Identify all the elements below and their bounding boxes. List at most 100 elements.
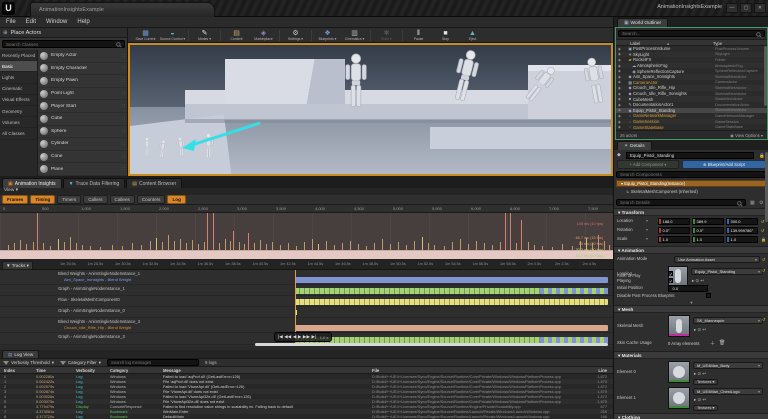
log-column-time[interactable]: Time <box>36 368 46 373</box>
visibility-eye-icon[interactable]: ◉ <box>616 120 623 124</box>
components-search-input[interactable] <box>617 172 766 177</box>
log-search[interactable] <box>107 359 199 366</box>
disable-post-process-checkbox[interactable] <box>706 293 711 298</box>
menu-item-window[interactable]: Window <box>46 19 67 25</box>
material-thumbnail[interactable] <box>668 361 690 383</box>
insights-menu-bar[interactable]: View ▾ <box>0 188 613 195</box>
place-actor-item[interactable]: Cylinder∷ <box>38 138 127 151</box>
viewport[interactable] <box>128 43 613 176</box>
sidebar-item-cinematic[interactable]: Cinematic <box>0 84 37 95</box>
place-actor-item[interactable]: Empty Character∷ <box>38 63 127 76</box>
add-element-icon[interactable]: ＋ <box>710 340 715 347</box>
insights-timing-toggle[interactable]: Timing <box>30 195 55 204</box>
playback-button[interactable]: ▶ <box>298 334 302 340</box>
blueprint-add-script-button[interactable]: ⊕ Blueprint/Add Script <box>682 160 766 169</box>
animation-mode-dropdown[interactable]: Use Animation Asset <box>674 256 760 263</box>
outliner-header[interactable]: Label ▲ Type <box>616 39 767 46</box>
visibility-eye-icon[interactable]: ◉ <box>616 64 623 68</box>
playing-checkbox[interactable]: ✓ <box>668 278 673 283</box>
looping-checkbox[interactable]: ✓ <box>668 271 673 276</box>
timing-track[interactable]: Blend Weights - AnimSingleNodeInstance_3… <box>0 318 613 333</box>
track-bar[interactable] <box>295 299 608 305</box>
visibility-eye-icon[interactable]: ◉ <box>616 108 623 112</box>
tracks-horizontal-scrollbar[interactable] <box>255 343 608 346</box>
location-x-field[interactable]: 188.0 <box>658 218 690 225</box>
settings-button[interactable]: ⚙Settings ▾ <box>282 30 309 41</box>
scale-z-field[interactable]: 1.0 <box>726 236 758 243</box>
place-actor-item[interactable]: Empty Pawn∷ <box>38 75 127 88</box>
tab-trace-data-filtering[interactable]: ▼Trace Data Filtering <box>63 178 126 188</box>
minimize-button[interactable]: — <box>726 3 738 13</box>
asset-tools-icons[interactable]: ▸ ⊙ ↩ <box>694 397 706 403</box>
transform-section-header[interactable]: ▾ Transform <box>614 208 768 216</box>
playback-button[interactable]: ▶| <box>311 334 316 340</box>
tracks-dropdown-button[interactable]: ▼ Tracks ▾ <box>2 261 33 270</box>
insights-callees-toggle[interactable]: Callees <box>110 195 135 204</box>
place-actor-item[interactable]: Plane∷ <box>38 163 127 176</box>
visibility-eye-icon[interactable]: ◉ <box>616 103 623 107</box>
materials-section-header[interactable]: ▾ Materials <box>614 351 768 359</box>
content-button[interactable]: ▤Content <box>223 30 250 41</box>
skeletal-mesh-thumbnail[interactable] <box>668 315 690 337</box>
category-filter[interactable]: Category Filter ▾ <box>60 360 101 366</box>
log-column-index[interactable]: Index <box>4 368 15 373</box>
log-column-verbosity[interactable]: Verbosity <box>76 368 95 373</box>
playback-button[interactable]: ▶▶ <box>303 334 310 340</box>
log-row[interactable]: 84.373726sLogBookmarkDefaultMainD:/Build… <box>0 414 613 419</box>
component-tree-child[interactable]: ↳ SkeletalMeshComponent (Inherited) <box>616 188 767 195</box>
outliner-search[interactable] <box>618 30 765 37</box>
eject-button[interactable]: ▲Eject <box>459 30 486 41</box>
asset-tools-icons[interactable]: ▸ ⊙ ↩ <box>694 371 706 377</box>
scale-x-field[interactable]: 1.0 <box>658 236 690 243</box>
clothing-section-header[interactable]: ▾ Clothing <box>614 413 768 419</box>
asset-tools-icons[interactable]: ▸ ⊙ ↩ <box>694 327 706 333</box>
animation-section-header[interactable]: ▾ Animation <box>614 246 768 254</box>
components-search[interactable] <box>616 171 767 178</box>
reset-to-default-icon[interactable]: ↺ <box>761 219 764 224</box>
visibility-eye-icon[interactable]: ◉ <box>616 47 623 51</box>
place-actors-search-input[interactable] <box>3 41 124 47</box>
insights-callers-toggle[interactable]: Callers <box>83 195 107 204</box>
reset-to-default-icon[interactable]: ↺ <box>762 317 765 322</box>
pause-button[interactable]: ‖Pause <box>405 30 432 41</box>
details-search[interactable] <box>616 199 746 206</box>
place-actor-item[interactable]: Sphere∷ <box>38 126 127 139</box>
build-button[interactable]: ✱Build ▾ <box>373 30 400 41</box>
insights-log-toggle[interactable]: Log <box>167 195 185 204</box>
sidebar-item-basic[interactable]: Basic <box>0 61 37 72</box>
place-actor-item[interactable]: Point Light∷ <box>38 88 127 101</box>
visibility-eye-icon[interactable]: ◉ <box>616 97 623 101</box>
log-column-message[interactable]: Message <box>163 368 181 373</box>
place-actor-item[interactable]: Cube∷ <box>38 113 127 126</box>
modes-button[interactable]: ✎Modes ▾ <box>191 30 218 41</box>
material-thumbnail[interactable] <box>668 387 690 409</box>
textures-button[interactable]: Textures ▾ <box>693 405 718 411</box>
playback-button[interactable]: ◀◀ <box>284 334 291 340</box>
log-table-header[interactable]: IndexTimeVerbosityCategoryMessageFileLin… <box>0 367 613 374</box>
tab-animation-insights[interactable]: ▣Animation Insights <box>2 178 62 188</box>
frames-graph[interactable]: 100 ms (10 fps)66.7 ms (15 fps)50 ms (20… <box>0 213 613 259</box>
stop-button[interactable]: ■Stop <box>432 30 459 41</box>
log-search-input[interactable] <box>108 360 198 365</box>
menu-item-file[interactable]: File <box>6 19 16 25</box>
visibility-eye-icon[interactable]: ◉ <box>616 80 623 84</box>
reset-to-default-icon[interactable]: ↺ <box>762 257 765 262</box>
timing-track[interactable]: Blend Weights - AnimSingleNodeInstance_1… <box>0 270 613 285</box>
log-view-tab[interactable]: ▤ Log View <box>2 350 39 358</box>
playback-button[interactable]: ◀ <box>293 334 297 340</box>
blueprints-button[interactable]: ❖Blueprints ▾ <box>314 30 341 41</box>
project-tab[interactable]: AnimationInsightsExample <box>30 2 215 17</box>
log-column-category[interactable]: Category <box>110 368 128 373</box>
rotation-x-field[interactable]: 0.0° <box>658 227 690 234</box>
scale-lock-icon[interactable]: 🔒 <box>761 237 766 242</box>
place-actors-search[interactable] <box>2 40 125 48</box>
timing-track[interactable]: Flow - SkeletalMeshComponent0 <box>0 296 613 307</box>
track-bar[interactable] <box>295 325 608 331</box>
tab-content-browser[interactable]: ▤Content Browser <box>126 178 182 188</box>
rotation-z-field[interactable]: 139.999786° <box>726 227 758 234</box>
visibility-eye-icon[interactable]: ◉ <box>616 92 623 96</box>
initial-position-field[interactable]: 0.0 <box>668 285 708 292</box>
cinematics-button[interactable]: ▥Cinematics ▾ <box>341 30 368 41</box>
visibility-eye-icon[interactable]: ◉ <box>616 114 623 118</box>
sidebar-item-recently-placed[interactable]: Recently Placed <box>0 50 37 61</box>
